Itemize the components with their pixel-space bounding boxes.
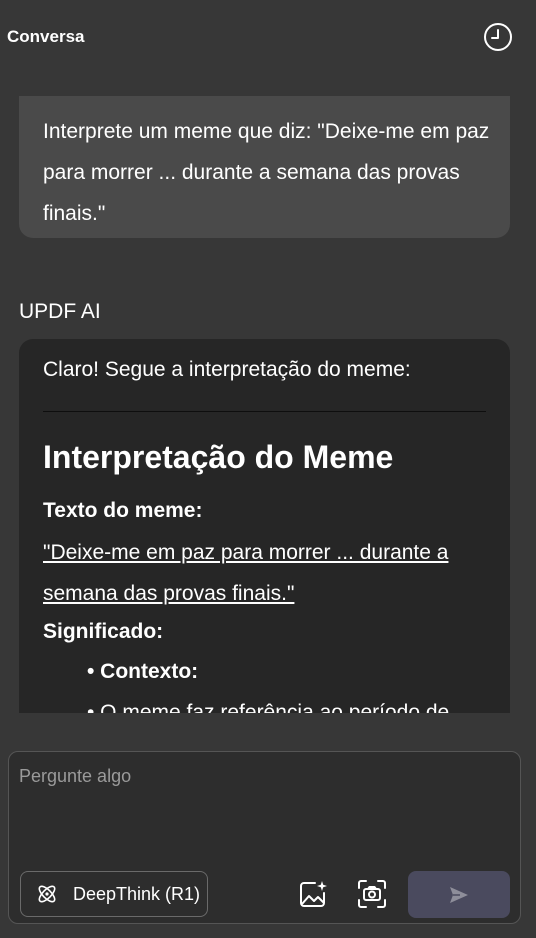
screenshot-button[interactable]: [356, 878, 388, 910]
ai-intro-text: Claro! Segue a interpretação do meme:: [43, 358, 411, 381]
send-button[interactable]: [408, 871, 510, 918]
message-composer: DeepThink (R1): [8, 751, 521, 924]
list-item: • O meme faz referência ao período de: [87, 701, 450, 713]
image-sparkle-icon: [300, 881, 327, 907]
ai-sender-label: UPDF AI: [19, 300, 101, 323]
history-button[interactable]: [482, 21, 514, 53]
deepthink-toggle-button[interactable]: DeepThink (R1): [20, 871, 208, 917]
camera-capture-icon: [358, 880, 386, 908]
panel-title: Conversa: [7, 27, 85, 46]
ai-message-bubble: Claro! Segue a interpretação do meme: In…: [19, 339, 510, 713]
prompt-input[interactable]: [19, 766, 509, 856]
ai-response-heading: Interpretação do Meme: [43, 439, 394, 475]
send-icon: [450, 886, 468, 903]
meme-text-label: Texto do meme:: [43, 499, 203, 522]
user-message-text: Interprete um meme que diz: "Deixe-me em…: [43, 120, 490, 225]
atom-icon: [38, 885, 56, 903]
user-message-bubble: Interprete um meme que diz: "Deixe-me em…: [19, 96, 510, 238]
meaning-label: Significado:: [43, 620, 164, 643]
panel-header: Conversa: [0, 0, 536, 76]
chat-area[interactable]: Interprete um meme que diz: "Deixe-me em…: [0, 96, 536, 713]
image-ai-button[interactable]: [297, 878, 329, 910]
list-item: • Contexto:: [87, 660, 199, 683]
deepthink-label: DeepThink (R1): [73, 883, 201, 904]
clock-history-icon: [484, 23, 512, 51]
divider: [43, 411, 486, 412]
meme-quote: "Deixe-me em paz para morrer ... durante…: [43, 541, 449, 605]
